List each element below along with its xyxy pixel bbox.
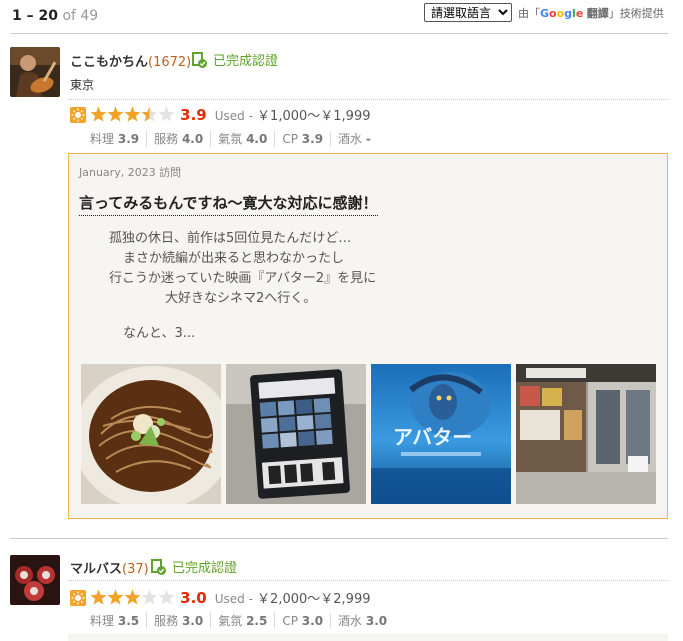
price-range: ￥2,000～￥2,999 xyxy=(257,592,371,607)
review-count: (37) xyxy=(122,562,149,577)
sub-rating-cp: CP 3.9 xyxy=(282,132,332,146)
review-line: 行こうか迷っていた映画『アバター2』を見に xyxy=(109,271,377,286)
ticket-machine-photo[interactable] xyxy=(226,364,366,504)
review-line: 孤独の休日、前作は5回位見たんだけど… xyxy=(109,231,352,246)
review-title[interactable]: 言ってみるもんですね～寛大な対応に感謝！ xyxy=(79,192,378,216)
sub-rating-food: 料理 3.5 xyxy=(90,612,148,629)
avatar[interactable] xyxy=(10,47,60,97)
range-text: 1 – 20 xyxy=(12,8,58,24)
visit-date: January, 2023 訪問 xyxy=(79,166,182,179)
verified-text: 已完成認證 xyxy=(172,561,238,576)
sub-rating-drinks: 酒水 - xyxy=(338,132,371,146)
soba-noodle-photo[interactable] xyxy=(81,364,221,504)
verified-icon xyxy=(192,52,207,68)
overall-score: 3.9 xyxy=(180,106,207,124)
avatar-poster-photo[interactable]: アバター xyxy=(371,364,511,504)
star-filled-icon xyxy=(90,106,107,122)
star-empty-icon xyxy=(158,106,175,122)
star-empty-icon xyxy=(141,589,158,605)
reviewer-name[interactable]: ここもかちん(1672) xyxy=(70,51,191,70)
dinner-sun-icon xyxy=(70,107,86,123)
divider xyxy=(10,538,668,539)
rating-row: 3.0 Used - ￥2,000～￥2,999 xyxy=(70,588,370,608)
star-rating xyxy=(90,106,175,122)
sub-rating-atmosphere: 氣氛 4.0 xyxy=(218,130,276,147)
results-header: 1 – 20 of 49 請選取語言 由「Google 翻譯」技術提供 xyxy=(0,0,683,32)
avatar[interactable] xyxy=(10,555,60,605)
sub-ratings: 料理 3.9 服務 4.0 氣氛 4.0 CP 3.9 酒水 - xyxy=(90,130,385,147)
review-card xyxy=(68,634,668,641)
star-rating xyxy=(90,589,175,605)
poster-title: アバター xyxy=(393,425,472,449)
sub-ratings: 料理 3.5 服務 3.0 氣氛 2.5 CP 3.0 酒水 3.0 xyxy=(90,612,401,629)
google-translate-credit: 由「Google 翻譯」技術提供 xyxy=(518,7,664,20)
total-text: of 49 xyxy=(62,8,99,24)
divider xyxy=(68,99,668,100)
sub-rating-service: 服務 4.0 xyxy=(154,130,212,147)
sub-rating-drinks: 酒水 3.0 xyxy=(338,614,388,628)
google-logo: Google xyxy=(540,7,584,20)
star-filled-icon xyxy=(107,106,124,122)
language-select[interactable]: 請選取語言 xyxy=(424,3,512,22)
used-label: Used - xyxy=(214,592,253,606)
verified-badge: 已完成認證 xyxy=(151,557,237,576)
star-filled-icon xyxy=(90,589,107,605)
verified-text: 已完成認證 xyxy=(213,54,279,69)
credit-tail: 技術提供 xyxy=(619,7,664,20)
results-range: 1 – 20 of 49 xyxy=(12,8,98,24)
price-range: ￥1,000～￥1,999 xyxy=(257,109,371,124)
review-count: (1672) xyxy=(148,55,192,70)
verified-icon xyxy=(151,559,166,575)
reviewer-name[interactable]: マルバス(37) xyxy=(70,558,149,577)
credit-translate: 翻譯 xyxy=(586,7,609,20)
sub-rating-atmosphere: 氣氛 2.5 xyxy=(218,612,276,629)
used-label: Used - xyxy=(214,109,253,123)
review-line: 大好きなシネマ2へ行く。 xyxy=(165,291,317,306)
reviewer-name-text[interactable]: ここもかちん xyxy=(70,55,148,70)
star-filled-icon xyxy=(124,589,141,605)
sub-rating-cp: CP 3.0 xyxy=(282,614,332,628)
star-empty-icon xyxy=(158,589,175,605)
verified-badge: 已完成認證 xyxy=(192,50,278,69)
sub-rating-service: 服務 3.0 xyxy=(154,612,212,629)
divider xyxy=(10,33,668,34)
reviewer-location: 東京 xyxy=(70,78,95,92)
credit-prefix: 由 xyxy=(518,7,529,20)
shop-storefront-photo[interactable] xyxy=(516,364,656,504)
review-line[interactable]: なんと、3... xyxy=(123,324,195,344)
dinner-sun-icon xyxy=(70,590,86,606)
star-filled-icon xyxy=(124,106,141,122)
reviewer-name-text[interactable]: マルバス xyxy=(70,562,122,577)
divider xyxy=(68,580,668,581)
review-card[interactable]: January, 2023 訪問 言ってみるもんですね～寛大な対応に感謝！ 孤独… xyxy=(68,153,668,519)
rating-row: 3.9 Used - ￥1,000～￥1,999 xyxy=(70,105,370,125)
overall-score: 3.0 xyxy=(180,589,207,607)
review-line: まさか続編が出来ると思わなかったし xyxy=(123,251,345,266)
sub-rating-food: 料理 3.9 xyxy=(90,130,148,147)
star-filled-icon xyxy=(107,589,124,605)
